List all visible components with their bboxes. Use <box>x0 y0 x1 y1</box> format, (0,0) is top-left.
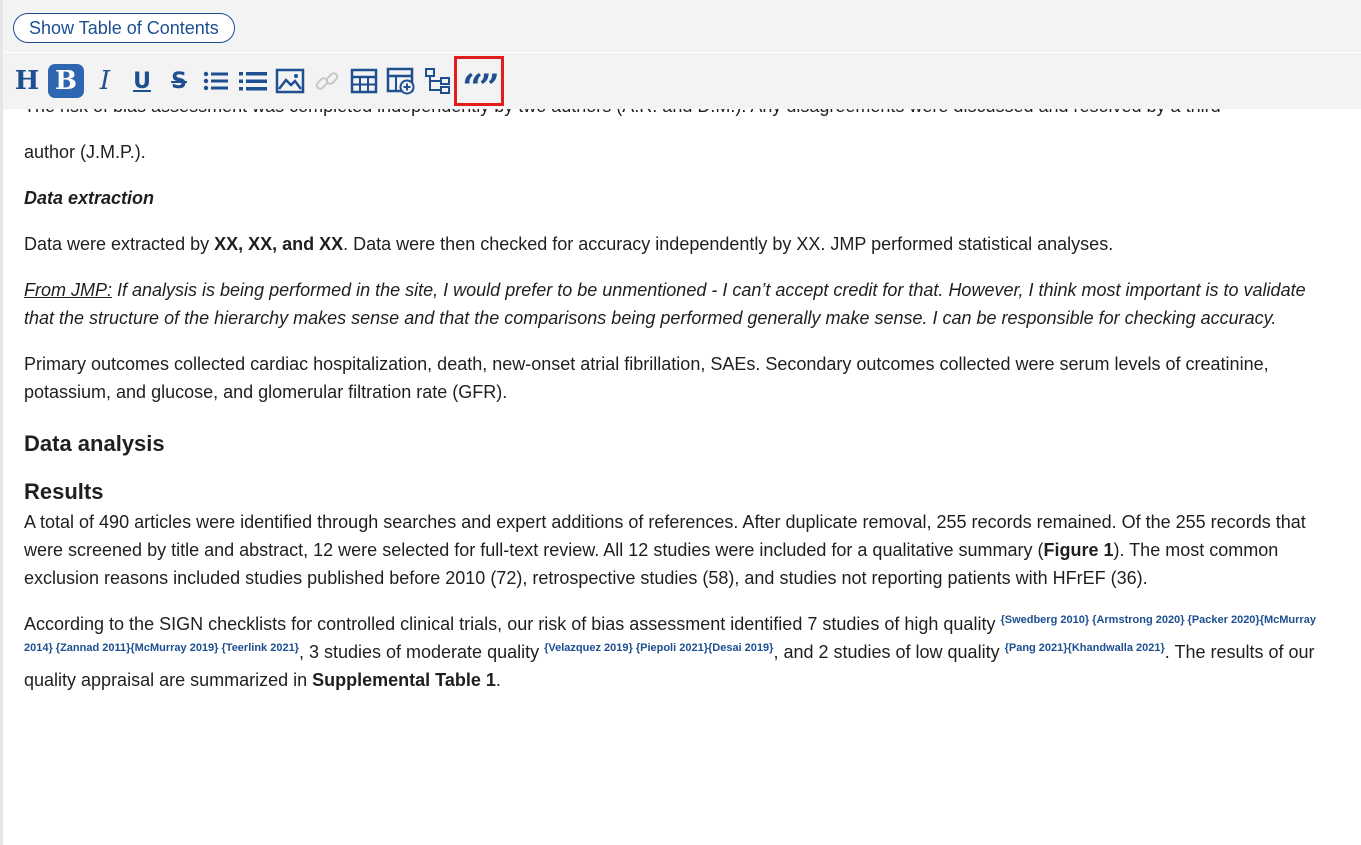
formatting-toolbar: H B I U S “” <box>11 56 504 106</box>
paragraph-text: Data were extracted by <box>24 234 215 254</box>
bold-tool[interactable]: B <box>48 64 84 98</box>
clipped-paragraph-end: author (J.M.P.). <box>24 142 146 162</box>
reviewer-note: From JMP: If analysis is being performed… <box>24 276 1324 332</box>
heading-tool[interactable]: H <box>11 64 43 98</box>
image-tool[interactable] <box>274 64 306 98</box>
citation-moderate-quality[interactable]: {Velazquez 2019} {Piepoli 2021}{Desai 20… <box>544 642 773 654</box>
hierarchy-icon <box>425 68 450 94</box>
bold-icon: B <box>55 66 77 96</box>
results-paragraph-2: According to the SIGN checklists for con… <box>24 610 1324 694</box>
data-extraction-paragraph: Data were extracted by XX, XX, and XX. D… <box>24 230 1324 258</box>
document-body[interactable]: The risk of bias assessment was complete… <box>24 92 1324 712</box>
bold-text: XX, XX, and XX <box>214 234 344 254</box>
italic-tool[interactable]: I <box>89 64 121 98</box>
table-icon <box>350 68 378 94</box>
note-label: From JMP: <box>24 280 112 300</box>
paragraph-text: . Data were then checked for accuracy in… <box>343 234 1114 254</box>
results-paragraph-1: A total of 490 articles were identified … <box>24 508 1324 592</box>
italic-icon: I <box>99 66 111 96</box>
results-heading: Results <box>24 479 104 504</box>
image-icon <box>275 68 305 94</box>
underline-icon: U <box>133 68 151 94</box>
add-table-tool[interactable] <box>385 64 417 98</box>
citation-low-quality[interactable]: {Pang 2021}{Khandwalla 2021} <box>1005 642 1165 654</box>
data-analysis-heading: Data analysis <box>24 431 165 456</box>
table-add-icon <box>386 67 415 95</box>
figure-reference: Figure 1 <box>1043 540 1114 560</box>
link-tool[interactable] <box>311 64 343 98</box>
paragraph-text: , and 2 studies of low quality <box>773 642 1005 662</box>
note-text: If analysis is being performed in the si… <box>24 280 1306 328</box>
citation-tool[interactable]: “” <box>454 56 504 106</box>
link-icon <box>315 72 339 90</box>
strikethrough-icon: S <box>171 68 187 94</box>
strikethrough-tool[interactable]: S <box>163 64 195 98</box>
hierarchy-tool[interactable] <box>422 64 454 98</box>
paragraph-text: . <box>495 670 501 690</box>
numbered-list-icon <box>239 72 267 91</box>
numbered-list-tool[interactable] <box>237 64 269 98</box>
table-reference: Supplemental Table 1 <box>312 670 496 690</box>
table-tool[interactable] <box>348 64 380 98</box>
left-border <box>0 0 3 845</box>
data-extraction-heading: Data extraction <box>24 188 155 208</box>
outcomes-paragraph: Primary outcomes collected cardiac hospi… <box>24 354 1269 402</box>
paragraph-text: According to the SIGN checklists for con… <box>24 614 1001 634</box>
heading-icon: H <box>14 66 40 96</box>
underline-tool[interactable]: U <box>126 64 158 98</box>
toolbar-divider <box>3 52 1361 53</box>
paragraph-text: , 3 studies of moderate quality <box>298 642 545 662</box>
bullet-list-tool[interactable] <box>200 64 232 98</box>
quote-icon: “” <box>462 67 499 109</box>
editor-header: Show Table of Contents H B I U S “” <box>3 0 1361 109</box>
bullet-list-icon <box>203 71 228 91</box>
show-toc-button[interactable]: Show Table of Contents <box>13 13 235 43</box>
